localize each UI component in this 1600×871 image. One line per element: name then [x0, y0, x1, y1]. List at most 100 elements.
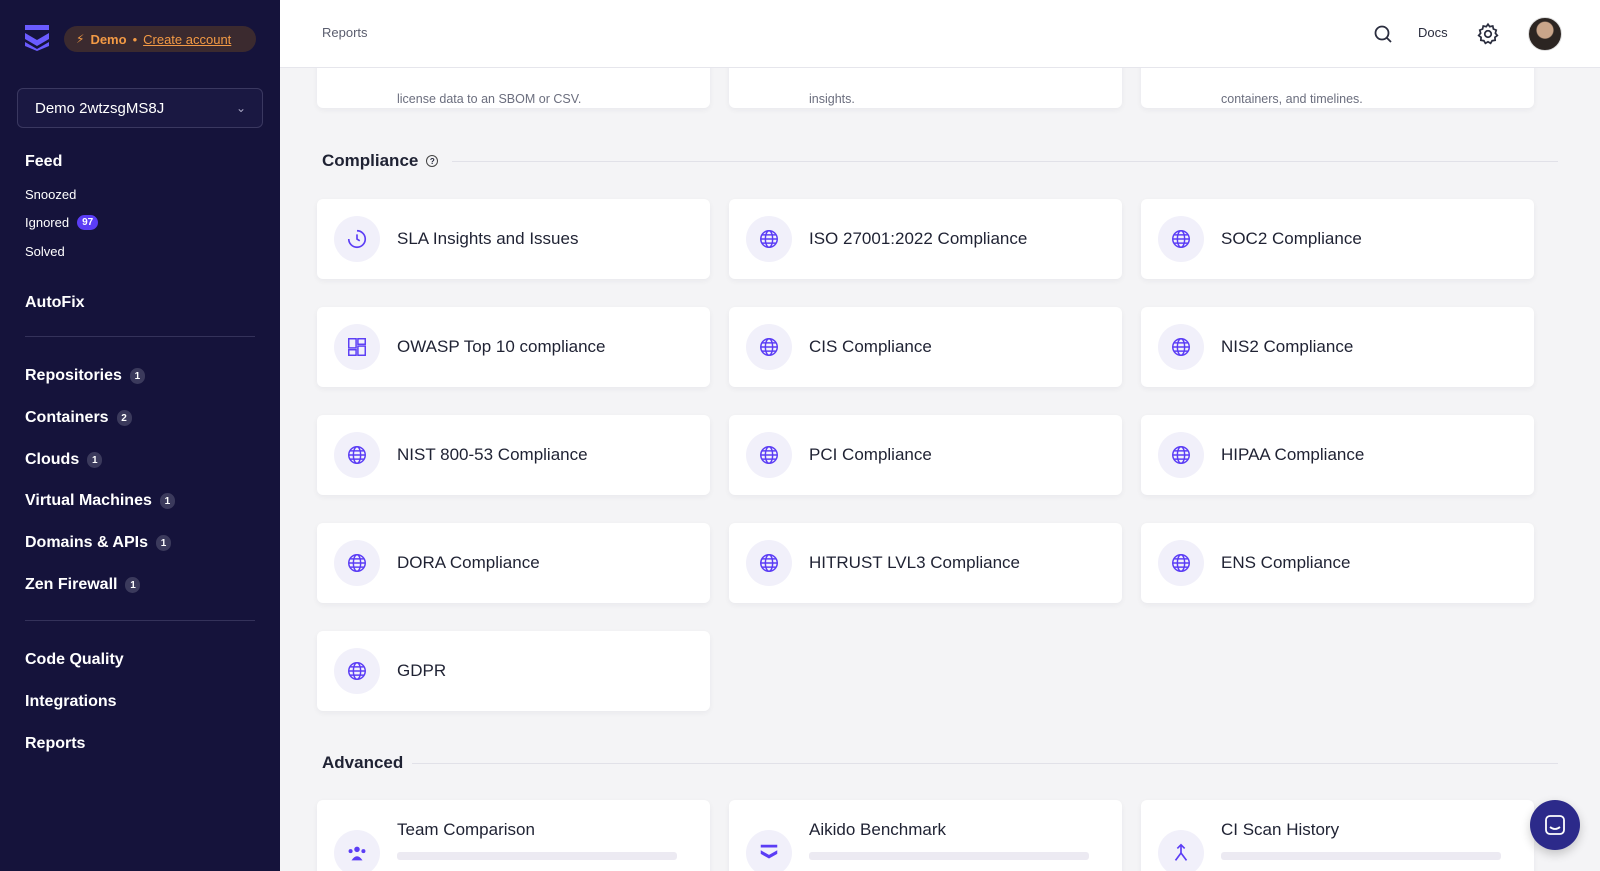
- workspace-name: Demo 2wtzsgMS8J: [35, 99, 165, 117]
- card-title: Aikido Benchmark: [809, 820, 947, 839]
- report-card-ens[interactable]: ENS Compliance: [1141, 523, 1534, 603]
- reports-content: license data to an SBOM or CSV. insights…: [280, 68, 1600, 871]
- sidebar-item-ignored[interactable]: Ignored 97: [25, 215, 99, 230]
- separator-dot: •: [132, 31, 138, 47]
- ignored-count-badge: 97: [77, 215, 99, 230]
- count-badge: 1: [87, 452, 103, 468]
- count-badge: 1: [156, 535, 171, 551]
- globe-icon: [1158, 324, 1204, 370]
- report-card-owasp[interactable]: OWASP Top 10 compliance: [317, 307, 710, 387]
- breadcrumb[interactable]: Reports: [322, 25, 368, 40]
- card-title: CI Scan History: [1221, 820, 1340, 839]
- sidebar-item-feed[interactable]: Feed: [25, 153, 62, 171]
- report-card-partial[interactable]: insights.: [729, 68, 1122, 108]
- card-description: containers, and timelines.: [1221, 92, 1363, 106]
- gear-icon[interactable]: [1475, 21, 1501, 47]
- sidebar-item-code-quality[interactable]: Code Quality: [25, 651, 124, 669]
- report-card-ci-scan-history[interactable]: CI Scan History: [1141, 800, 1534, 871]
- report-card-hipaa[interactable]: HIPAA Compliance: [1141, 415, 1534, 495]
- card-description: insights.: [809, 92, 855, 106]
- sidebar-divider: [25, 336, 255, 337]
- report-card-nis2[interactable]: NIS2 Compliance: [1141, 307, 1534, 387]
- report-card-sla[interactable]: SLA Insights and Issues: [317, 199, 710, 279]
- report-card-iso27001[interactable]: ISO 27001:2022 Compliance: [729, 199, 1122, 279]
- card-title: SOC2 Compliance: [1221, 229, 1362, 248]
- sidebar-item-label: Clouds: [25, 451, 80, 468]
- section-divider: [412, 763, 1558, 764]
- card-title: SLA Insights and Issues: [397, 229, 579, 248]
- layout-icon: [334, 324, 380, 370]
- top-header: Reports Docs: [280, 0, 1600, 68]
- sidebar-item-integrations[interactable]: Integrations: [25, 693, 117, 711]
- card-title: HITRUST LVL3 Compliance: [809, 553, 1021, 572]
- aikido-logo-icon[interactable]: [25, 25, 49, 51]
- globe-icon: [746, 324, 792, 370]
- section-compliance-heading: Compliance ?: [322, 151, 439, 171]
- count-badge: 1: [129, 368, 145, 384]
- bolt-icon: ⚡: [76, 32, 85, 46]
- sidebar-divider: [25, 620, 255, 621]
- card-title: OWASP Top 10 compliance: [397, 337, 606, 356]
- sidebar-item-reports[interactable]: Reports: [25, 735, 85, 753]
- card-description: [1221, 852, 1501, 860]
- chat-launcher-button[interactable]: [1530, 800, 1580, 850]
- sidebar-item-autofix[interactable]: AutoFix: [25, 294, 85, 312]
- sidebar-item-solved[interactable]: Solved: [25, 244, 65, 259]
- report-card-soc2[interactable]: SOC2 Compliance: [1141, 199, 1534, 279]
- report-card-nist[interactable]: NIST 800-53 Compliance: [317, 415, 710, 495]
- card-title: NIS2 Compliance: [1221, 337, 1354, 356]
- globe-icon: [334, 432, 380, 478]
- chevron-down-icon: ⌄: [235, 101, 246, 115]
- report-card-pci[interactable]: PCI Compliance: [729, 415, 1122, 495]
- report-card-cis[interactable]: CIS Compliance: [729, 307, 1122, 387]
- workspace-selector[interactable]: Demo 2wtzsgMS8J ⌄: [17, 88, 263, 128]
- avatar[interactable]: [1528, 17, 1562, 51]
- card-title: CIS Compliance: [809, 337, 932, 356]
- count-badge: 2: [116, 410, 132, 426]
- section-title: Advanced: [322, 753, 404, 772]
- sidebar-item-containers[interactable]: Containers 2: [25, 409, 132, 427]
- sidebar-item-virtual-machines[interactable]: Virtual Machines 1: [25, 492, 175, 510]
- report-card-hitrust[interactable]: HITRUST LVL3 Compliance: [729, 523, 1122, 603]
- sidebar-item-repositories[interactable]: Repositories 1: [25, 367, 145, 385]
- report-card-partial[interactable]: license data to an SBOM or CSV.: [317, 68, 710, 108]
- report-card-gdpr[interactable]: GDPR: [317, 631, 710, 711]
- sidebar-item-label: Repositories: [25, 367, 122, 384]
- count-badge: 1: [125, 577, 141, 593]
- benchmark-icon: [746, 830, 792, 871]
- globe-icon: [1158, 540, 1204, 586]
- demo-banner: ⚡ Demo • Create account: [64, 26, 256, 52]
- section-divider: [452, 161, 1558, 162]
- sidebar-item-snoozed[interactable]: Snoozed: [25, 187, 76, 202]
- sidebar-item-domains-apis[interactable]: Domains & APIs 1: [25, 534, 171, 552]
- card-title: GDPR: [397, 661, 447, 680]
- globe-icon: [1158, 432, 1204, 478]
- card-description: [809, 852, 1089, 860]
- report-card-partial[interactable]: containers, and timelines.: [1141, 68, 1534, 108]
- help-icon[interactable]: ?: [426, 155, 439, 167]
- report-card-dora[interactable]: DORA Compliance: [317, 523, 710, 603]
- docs-link[interactable]: Docs: [1418, 25, 1448, 40]
- report-card-aikido-benchmark[interactable]: Aikido Benchmark: [729, 800, 1122, 871]
- sidebar-item-label: Virtual Machines: [25, 492, 152, 509]
- globe-icon: [334, 648, 380, 694]
- create-account-link[interactable]: Create account: [143, 32, 231, 47]
- sidebar-item-label: Ignored: [25, 215, 70, 230]
- card-description: license data to an SBOM or CSV.: [397, 92, 582, 106]
- globe-icon: [334, 540, 380, 586]
- card-title: PCI Compliance: [809, 445, 932, 464]
- report-card-team-comparison[interactable]: Team Comparison: [317, 800, 710, 871]
- card-title: DORA Compliance: [397, 553, 540, 572]
- sidebar-item-label: Zen Firewall: [25, 576, 118, 593]
- sidebar-item-zen-firewall[interactable]: Zen Firewall 1: [25, 576, 141, 594]
- merge-icon: [1158, 830, 1204, 871]
- sidebar-item-label: Domains & APIs: [25, 534, 148, 551]
- card-title: ISO 27001:2022 Compliance: [809, 229, 1028, 248]
- demo-label: Demo: [90, 31, 127, 47]
- chat-icon: [1545, 815, 1565, 835]
- sidebar-item-clouds[interactable]: Clouds 1: [25, 451, 103, 469]
- card-title: HIPAA Compliance: [1221, 445, 1365, 464]
- section-title: Compliance: [322, 151, 419, 170]
- search-icon[interactable]: [1371, 22, 1395, 46]
- globe-icon: [1158, 216, 1204, 262]
